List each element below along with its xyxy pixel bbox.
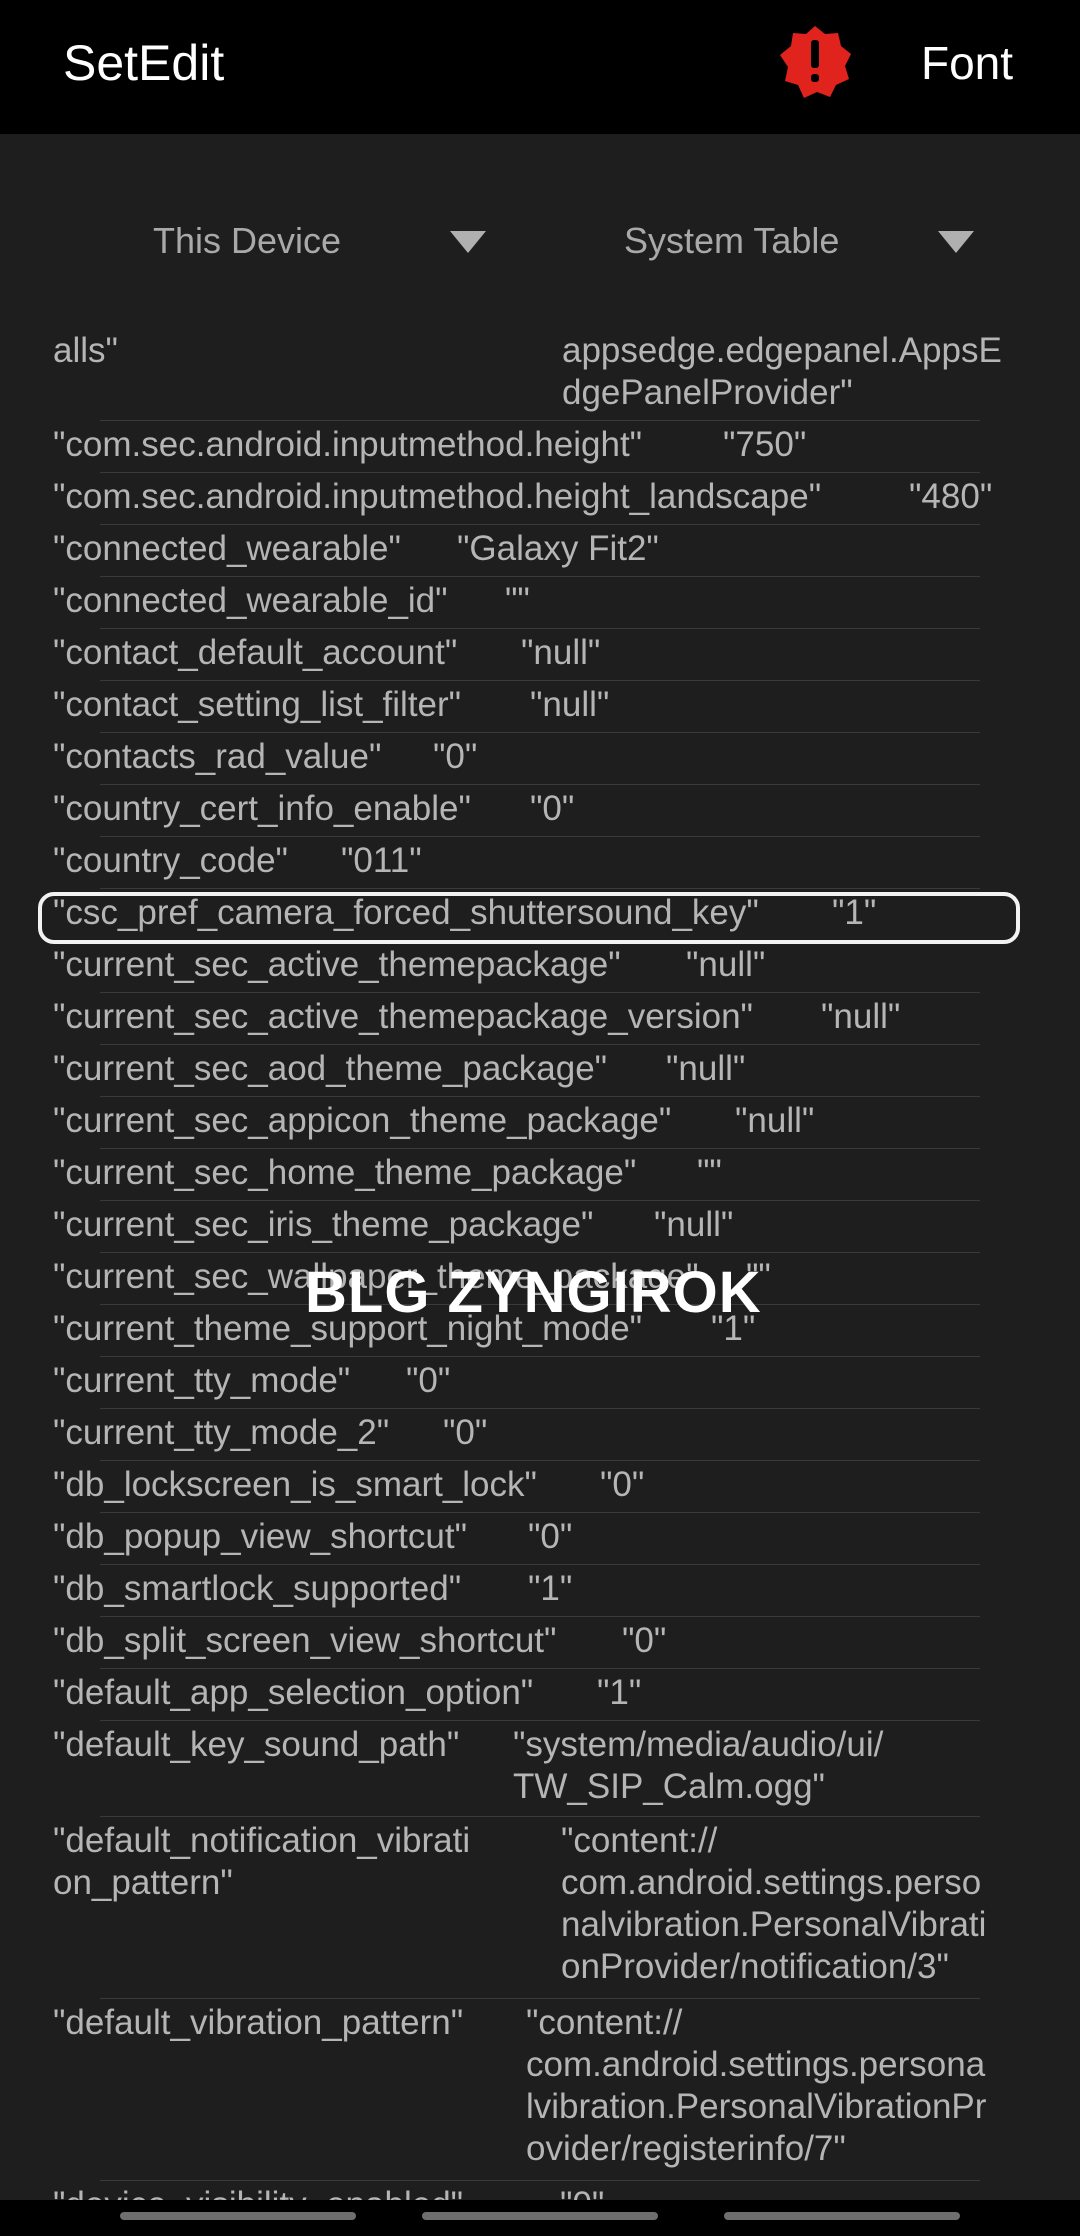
setting-key: "com.sec.android.inputmethod.height"	[53, 425, 643, 464]
setting-value: "Galaxy Fit2"	[457, 529, 659, 568]
setting-value: ""	[505, 581, 530, 620]
row-divider	[100, 2180, 980, 2181]
setting-key: "default_notification_vibrati on_pattern…	[53, 1821, 471, 1902]
row-divider	[100, 1816, 980, 1817]
setting-key: "contact_default_account"	[53, 633, 458, 672]
row-divider	[100, 1356, 980, 1357]
setting-value: "null"	[521, 633, 601, 672]
row-divider	[100, 1408, 980, 1409]
setting-value: "content:// com.android.settings.persona…	[526, 2003, 987, 2168]
setting-key: "com.sec.android.inputmethod.height_land…	[53, 477, 822, 516]
setting-key: "contacts_rad_value"	[53, 737, 382, 776]
setting-key: "current_sec_appicon_theme_package"	[53, 1101, 672, 1140]
setting-key: "country_cert_info_enable"	[53, 789, 471, 828]
device-selector-label: This Device	[153, 220, 342, 261]
font-button[interactable]: Font	[921, 30, 1013, 96]
row-divider	[100, 888, 980, 889]
table-selector[interactable]: System Table	[624, 208, 974, 274]
row-divider	[100, 992, 980, 993]
row-divider	[100, 1564, 980, 1565]
row-divider	[100, 732, 980, 733]
navigation-bar	[0, 2200, 1080, 2236]
row-highlight-outline	[38, 892, 1020, 944]
row-divider	[100, 680, 980, 681]
setting-key: "connected_wearable"	[53, 529, 401, 568]
row-divider	[100, 1668, 980, 1669]
setting-key: "current_sec_aod_theme_package"	[53, 1049, 608, 1088]
warning-badge-icon[interactable]	[777, 24, 853, 100]
row-divider	[100, 1720, 980, 1721]
setting-value: "0"	[406, 1361, 451, 1400]
setting-value: "null"	[666, 1049, 746, 1088]
setting-key: "default_key_sound_path"	[53, 1725, 460, 1764]
setting-value: "750"	[723, 425, 807, 464]
row-divider	[100, 1460, 980, 1461]
setting-value: "0"	[560, 2184, 604, 2200]
row-divider	[100, 420, 980, 421]
setting-key: "current_tty_mode"	[53, 1361, 351, 1400]
row-divider	[100, 576, 980, 577]
setting-key: "default_app_selection_option"	[53, 1673, 534, 1712]
row-divider	[100, 1616, 980, 1617]
setting-value: "1"	[528, 1569, 573, 1608]
setting-key: "device_visibility_enabled"	[53, 2184, 463, 2200]
setting-value: "0"	[443, 1413, 488, 1452]
row-divider	[100, 472, 980, 473]
setting-value: appsedge.edgepanel.AppsE dgePanelProvide…	[562, 334, 1002, 412]
setting-key: "contact_setting_list_filter"	[53, 685, 462, 724]
setting-key: alls"	[53, 334, 118, 370]
row-divider	[100, 784, 980, 785]
setting-key: "db_split_screen_view_shortcut"	[53, 1621, 557, 1660]
setting-value: "0"	[530, 789, 575, 828]
setting-key: "current_tty_mode_2"	[53, 1413, 390, 1452]
setting-value: "null"	[821, 997, 901, 1036]
row-divider	[100, 1512, 980, 1513]
setting-value: "480"	[909, 477, 993, 516]
table-selector-label: System Table	[624, 220, 840, 261]
setting-value: "null"	[735, 1101, 815, 1140]
setting-value: "system/media/audio/ui/ TW_SIP_Calm.ogg"	[513, 1725, 884, 1806]
setting-value: "0"	[600, 1465, 645, 1504]
setting-key: "db_lockscreen_is_smart_lock"	[53, 1465, 537, 1504]
setting-key: "current_sec_active_themepackage_version…	[53, 997, 753, 1036]
row-divider	[100, 1998, 980, 1999]
setting-key: "default_vibration_pattern"	[53, 2003, 464, 2042]
row-divider	[100, 524, 980, 525]
dropdown-arrow-icon	[450, 231, 486, 253]
device-selector[interactable]: This Device	[153, 208, 493, 274]
setting-value: ""	[697, 1153, 722, 1192]
nav-recent-button[interactable]	[120, 2212, 356, 2220]
setting-value: "null"	[530, 685, 610, 724]
setting-value: "011"	[341, 841, 422, 880]
nav-back-button[interactable]	[724, 2212, 960, 2220]
setting-value: "0"	[528, 1517, 573, 1556]
row-divider	[100, 1044, 980, 1045]
row-divider	[100, 628, 980, 629]
setting-key: "current_sec_iris_theme_package"	[53, 1205, 594, 1244]
app-title: SetEdit	[63, 35, 225, 91]
setting-key: "current_sec_home_theme_package"	[53, 1153, 637, 1192]
setting-value: "null"	[686, 945, 766, 984]
row-divider	[100, 1148, 980, 1149]
setting-key: "current_sec_active_themepackage"	[53, 945, 621, 984]
dropdown-arrow-icon	[938, 231, 974, 253]
setting-value: "content:// com.android.settings.perso n…	[561, 1821, 987, 1986]
row-divider	[100, 836, 980, 837]
setting-value: "null"	[654, 1205, 734, 1244]
setting-key: "db_smartlock_supported"	[53, 1569, 462, 1608]
nav-home-button[interactable]	[422, 2212, 658, 2220]
watermark-text: BLG ZYNGIROK	[305, 1260, 762, 1325]
setting-value: "0"	[622, 1621, 667, 1660]
row-divider	[100, 1252, 980, 1253]
setting-key: "db_popup_view_shortcut"	[53, 1517, 468, 1556]
row-divider	[100, 1096, 980, 1097]
setting-value: "0"	[433, 737, 478, 776]
setting-key: "connected_wearable_id"	[53, 581, 448, 620]
setting-value: "1"	[597, 1673, 642, 1712]
app-bar: SetEdit Font	[0, 0, 1080, 134]
row-divider	[100, 1200, 980, 1201]
setting-key: "country_code"	[53, 841, 288, 880]
